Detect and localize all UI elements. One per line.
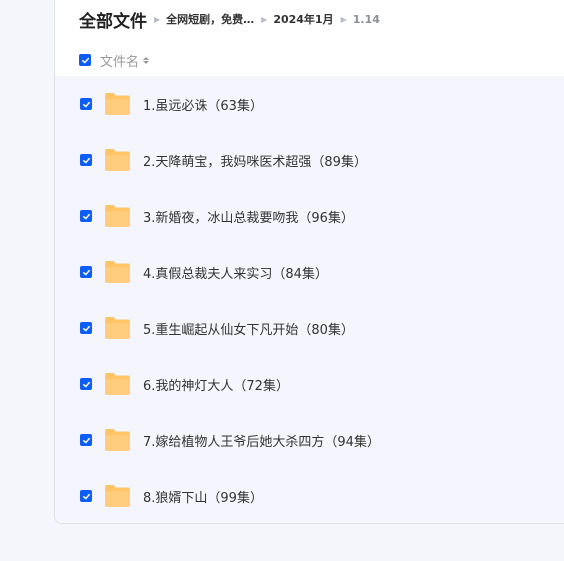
folder-icon	[105, 260, 130, 283]
folder-icon	[105, 148, 130, 171]
row-checkbox[interactable]	[80, 322, 92, 334]
check-icon	[82, 157, 90, 163]
row-checkbox[interactable]	[80, 154, 92, 166]
list-item-6[interactable]: 6.我的神灯大人（72集）	[55, 356, 564, 412]
file-name[interactable]: 8.狼婿下山（99集）	[143, 487, 263, 506]
file-name[interactable]: 1.虽远必诛（63集）	[143, 95, 263, 114]
check-icon	[82, 101, 90, 107]
row-checkbox[interactable]	[80, 98, 92, 110]
row-checkbox[interactable]	[80, 378, 92, 390]
check-icon	[81, 57, 89, 63]
column-header-filename[interactable]: 文件名	[100, 51, 139, 70]
file-name[interactable]: 5.重生崛起从仙女下凡开始（80集）	[143, 319, 354, 338]
list-item-2[interactable]: 2.天降萌宝，我妈咪医术超强（89集）	[55, 132, 564, 188]
check-icon	[82, 493, 90, 499]
folder-icon	[105, 428, 130, 451]
list-item-8[interactable]: 8.狼婿下山（99集）	[55, 468, 564, 523]
sort-icon[interactable]	[143, 56, 150, 64]
row-checkbox[interactable]	[80, 266, 92, 278]
breadcrumb-root[interactable]: 全部文件	[79, 7, 147, 32]
folder-icon	[105, 372, 130, 395]
list-item-1[interactable]: 1.虽远必诛（63集）	[55, 76, 564, 132]
breadcrumb-separator-icon: ▶	[340, 14, 347, 24]
list-item-4[interactable]: 4.真假总裁夫人来实习（84集）	[55, 244, 564, 300]
file-name[interactable]: 6.我的神灯大人（72集）	[143, 375, 289, 394]
check-icon	[82, 213, 90, 219]
file-panel: 全部文件 ▶ 全网短剧，免费… ▶ 2024年1月 ▶ 1.14 文件名 1.虽…	[54, 0, 564, 524]
folder-icon	[105, 92, 130, 115]
list-header: 文件名	[79, 50, 150, 70]
file-name[interactable]: 7.嫁给植物人王爷后她大杀四方（94集）	[143, 431, 380, 450]
row-checkbox[interactable]	[80, 490, 92, 502]
breadcrumb-item-current: 1.14	[352, 12, 380, 26]
folder-icon	[105, 204, 130, 227]
file-name[interactable]: 3.新婚夜，冰山总裁要吻我（96集）	[143, 207, 354, 226]
select-all-checkbox[interactable]	[79, 54, 91, 66]
folder-icon	[105, 484, 130, 507]
check-icon	[82, 325, 90, 331]
row-checkbox[interactable]	[80, 434, 92, 446]
breadcrumb-separator-icon: ▶	[154, 14, 161, 24]
list-item-7[interactable]: 7.嫁给植物人王爷后她大杀四方（94集）	[55, 412, 564, 468]
list-item-3[interactable]: 3.新婚夜，冰山总裁要吻我（96集）	[55, 188, 564, 244]
list-item-5[interactable]: 5.重生崛起从仙女下凡开始（80集）	[55, 300, 564, 356]
file-name[interactable]: 2.天降萌宝，我妈咪医术超强（89集）	[143, 151, 367, 170]
check-icon	[82, 381, 90, 387]
breadcrumb-item-1[interactable]: 全网短剧，免费…	[166, 11, 254, 27]
row-checkbox[interactable]	[80, 210, 92, 222]
check-icon	[82, 437, 90, 443]
folder-icon	[105, 316, 130, 339]
file-list: 1.虽远必诛（63集） 2.天降萌宝，我妈咪医术超强（89集） 3.新婚夜，冰山…	[55, 76, 564, 523]
breadcrumb-separator-icon: ▶	[261, 14, 268, 24]
breadcrumb: 全部文件 ▶ 全网短剧，免费… ▶ 2024年1月 ▶ 1.14	[79, 6, 380, 32]
file-name[interactable]: 4.真假总裁夫人来实习（84集）	[143, 263, 328, 282]
check-icon	[82, 269, 90, 275]
breadcrumb-item-2[interactable]: 2024年1月	[273, 11, 333, 27]
